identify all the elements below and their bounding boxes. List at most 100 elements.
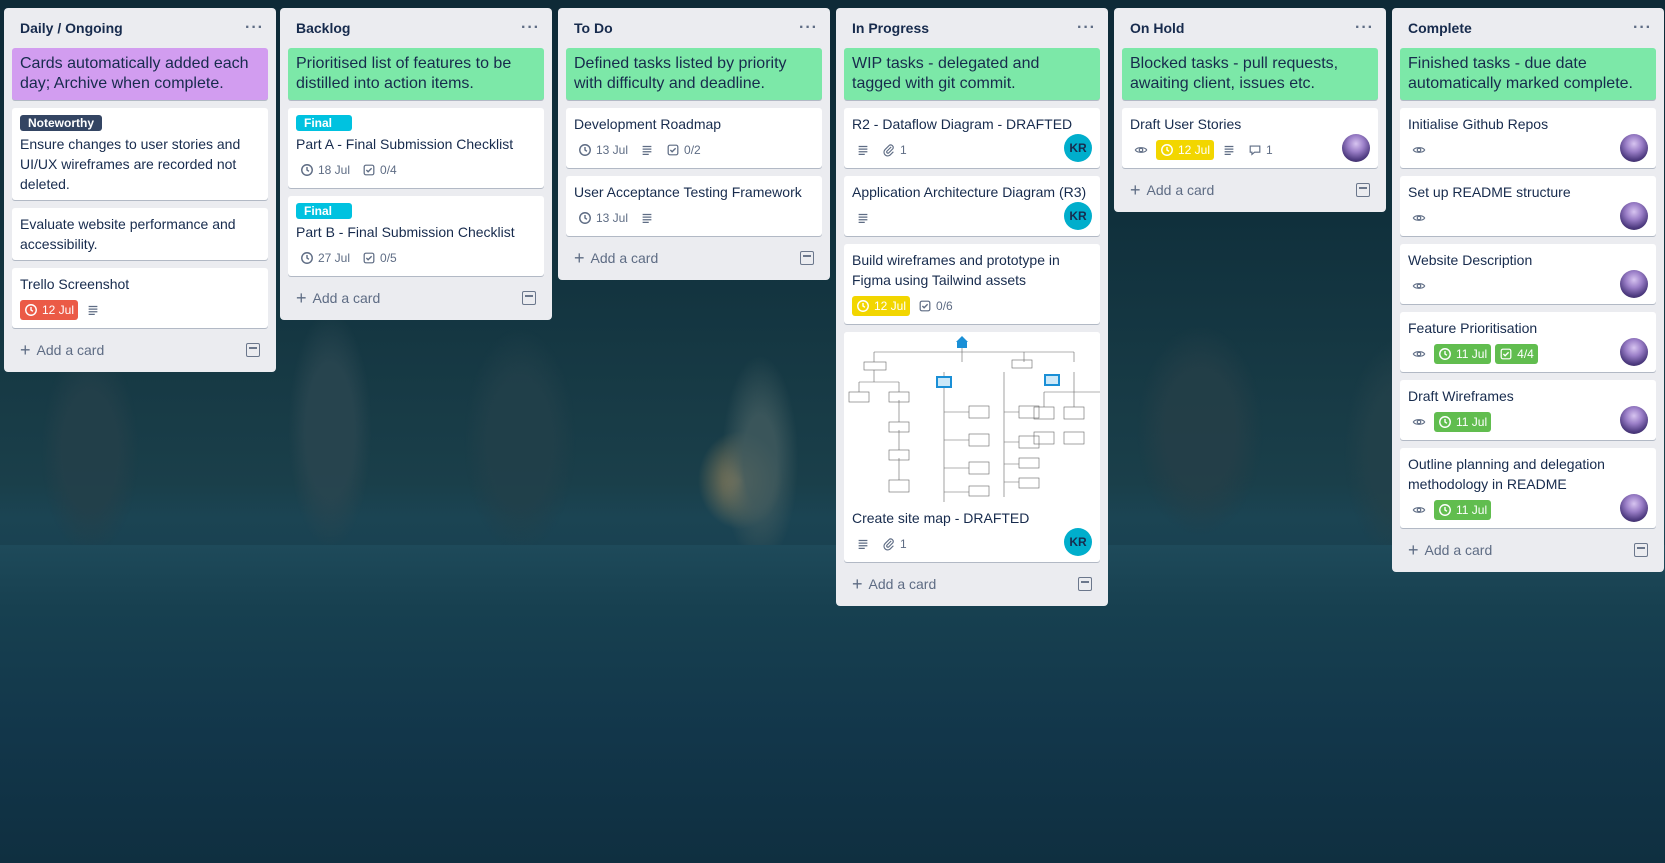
member-avatar[interactable]: KR bbox=[1064, 134, 1092, 162]
add-card-button[interactable]: + Add a card bbox=[1122, 176, 1378, 204]
card-title: Trello Screenshot bbox=[20, 276, 130, 292]
card-template-icon[interactable] bbox=[1634, 543, 1648, 557]
due-date-badge[interactable]: 13 Jul bbox=[574, 140, 632, 160]
list-header[interactable]: To Do ··· bbox=[566, 8, 822, 48]
card-description-text: Cards automatically added each day; Arch… bbox=[20, 55, 249, 92]
card[interactable]: Website Description bbox=[1400, 244, 1656, 304]
card[interactable]: Draft Wireframes 11 Jul bbox=[1400, 380, 1656, 440]
list-title[interactable]: Complete bbox=[1408, 20, 1472, 36]
member-avatar[interactable] bbox=[1620, 202, 1648, 230]
comment-icon bbox=[1249, 145, 1261, 156]
card-label[interactable]: Noteworthy bbox=[20, 115, 102, 131]
card[interactable]: Trello Screenshot 12 Jul bbox=[12, 268, 268, 328]
checklist-badge: 0/2 bbox=[662, 140, 705, 160]
card-description[interactable]: Prioritised list of features to be disti… bbox=[288, 48, 544, 100]
card-title: Website Description bbox=[1408, 252, 1533, 268]
due-date-text: 18 Jul bbox=[318, 163, 351, 177]
plus-icon: + bbox=[296, 288, 307, 308]
card-label[interactable]: Final bbox=[296, 115, 352, 131]
card-description[interactable]: Defined tasks listed by priority with di… bbox=[566, 48, 822, 100]
add-card-button[interactable]: + Add a card bbox=[566, 244, 822, 272]
card[interactable]: R2 - Dataflow Diagram - DRAFTED 1 KR bbox=[844, 108, 1100, 168]
add-card-button[interactable]: + Add a card bbox=[288, 284, 544, 312]
list-title[interactable]: Daily / Ongoing bbox=[20, 20, 123, 36]
add-card-button[interactable]: + Add a card bbox=[12, 336, 268, 364]
card-template-icon[interactable] bbox=[1078, 577, 1092, 591]
due-date-badge[interactable]: 11 Jul bbox=[1434, 344, 1492, 364]
list-menu-icon[interactable]: ··· bbox=[1077, 20, 1096, 36]
due-date-badge[interactable]: 13 Jul bbox=[574, 208, 632, 228]
list-header[interactable]: On Hold ··· bbox=[1122, 8, 1378, 48]
card-template-icon[interactable] bbox=[522, 291, 536, 305]
list-title[interactable]: Backlog bbox=[296, 20, 350, 36]
card[interactable]: Final Part A - Final Submission Checklis… bbox=[288, 108, 544, 188]
member-avatar[interactable] bbox=[1620, 134, 1648, 162]
card-title: Create site map - DRAFTED bbox=[852, 510, 1030, 526]
card-description[interactable]: WIP tasks - delegated and tagged with gi… bbox=[844, 48, 1100, 100]
checklist-icon bbox=[363, 164, 375, 176]
card-label[interactable]: Final bbox=[296, 203, 352, 219]
member-avatar[interactable] bbox=[1620, 494, 1648, 522]
card[interactable]: User Acceptance Testing Framework 13 Jul bbox=[566, 176, 822, 236]
due-date-badge[interactable]: 27 Jul bbox=[296, 248, 354, 268]
due-date-badge[interactable]: 11 Jul bbox=[1434, 412, 1492, 432]
card[interactable]: Set up README structure bbox=[1400, 176, 1656, 236]
due-date-badge[interactable]: 18 Jul bbox=[296, 160, 354, 180]
card-title: Application Architecture Diagram (R3) bbox=[852, 184, 1087, 200]
add-card-label: Add a card bbox=[868, 576, 937, 592]
member-avatar[interactable]: KR bbox=[1064, 202, 1092, 230]
list-header[interactable]: Backlog ··· bbox=[288, 8, 544, 48]
list-daily-ongoing: Daily / Ongoing ··· Cards automatically … bbox=[4, 8, 276, 372]
card[interactable]: Initialise Github Repos bbox=[1400, 108, 1656, 168]
due-date-badge[interactable]: 12 Jul bbox=[20, 300, 79, 320]
card[interactable]: Feature Prioritisation 11 Jul 4/4 bbox=[1400, 312, 1656, 372]
card-description[interactable]: Finished tasks - due date automatically … bbox=[1400, 48, 1656, 100]
checklist-icon bbox=[667, 144, 679, 156]
checklist-icon bbox=[363, 252, 375, 264]
member-avatar[interactable] bbox=[1620, 338, 1648, 366]
card[interactable]: Outline planning and delegation methodol… bbox=[1400, 448, 1656, 528]
attachment-count: 1 bbox=[900, 537, 907, 551]
list-menu-icon[interactable]: ··· bbox=[1633, 20, 1652, 36]
card[interactable]: Evaluate website performance and accessi… bbox=[12, 208, 268, 260]
card-template-icon[interactable] bbox=[800, 251, 814, 265]
list-header[interactable]: Complete ··· bbox=[1400, 8, 1656, 48]
clock-icon bbox=[25, 304, 37, 316]
member-avatar[interactable] bbox=[1620, 270, 1648, 298]
card[interactable]: Development Roadmap 13 Jul 0/2 bbox=[566, 108, 822, 168]
member-avatar[interactable] bbox=[1620, 406, 1648, 434]
add-card-button[interactable]: + Add a card bbox=[844, 570, 1100, 598]
card[interactable]: Final Part B - Final Submission Checklis… bbox=[288, 196, 544, 276]
card[interactable]: Noteworthy Ensure changes to user storie… bbox=[12, 108, 268, 200]
card[interactable]: Application Architecture Diagram (R3) KR bbox=[844, 176, 1100, 236]
card-description-text: Finished tasks - due date automatically … bbox=[1408, 55, 1633, 92]
member-avatar[interactable] bbox=[1342, 134, 1370, 162]
card-with-cover[interactable]: Create site map - DRAFTED 1 KR bbox=[844, 332, 1100, 562]
list-header[interactable]: Daily / Ongoing ··· bbox=[12, 8, 268, 48]
list-title[interactable]: To Do bbox=[574, 20, 613, 36]
list-title[interactable]: In Progress bbox=[852, 20, 929, 36]
card[interactable]: Build wireframes and prototype in Figma … bbox=[844, 244, 1100, 324]
member-avatar[interactable]: KR bbox=[1064, 528, 1092, 556]
list-title[interactable]: On Hold bbox=[1130, 20, 1184, 36]
card-template-icon[interactable] bbox=[246, 343, 260, 357]
list-header[interactable]: In Progress ··· bbox=[844, 8, 1100, 48]
comment-count: 1 bbox=[1266, 143, 1273, 157]
card[interactable]: Draft User Stories 12 Jul 1 bbox=[1122, 108, 1378, 168]
due-date-badge[interactable]: 12 Jul bbox=[852, 296, 911, 316]
due-date-text: 11 Jul bbox=[1456, 503, 1488, 517]
card-description[interactable]: Blocked tasks - pull requests, awaiting … bbox=[1122, 48, 1378, 100]
due-date-badge[interactable]: 12 Jul bbox=[1156, 140, 1215, 160]
clock-icon bbox=[1439, 504, 1451, 516]
card-description[interactable]: Cards automatically added each day; Arch… bbox=[12, 48, 268, 100]
due-date-badge[interactable]: 11 Jul bbox=[1434, 500, 1492, 520]
eye-icon bbox=[1130, 141, 1152, 159]
plus-icon: + bbox=[20, 340, 31, 360]
list-menu-icon[interactable]: ··· bbox=[799, 20, 818, 36]
plus-icon: + bbox=[852, 574, 863, 594]
list-menu-icon[interactable]: ··· bbox=[245, 20, 264, 36]
list-menu-icon[interactable]: ··· bbox=[521, 20, 540, 36]
card-template-icon[interactable] bbox=[1356, 183, 1370, 197]
list-menu-icon[interactable]: ··· bbox=[1355, 20, 1374, 36]
add-card-button[interactable]: + Add a card bbox=[1400, 536, 1656, 564]
